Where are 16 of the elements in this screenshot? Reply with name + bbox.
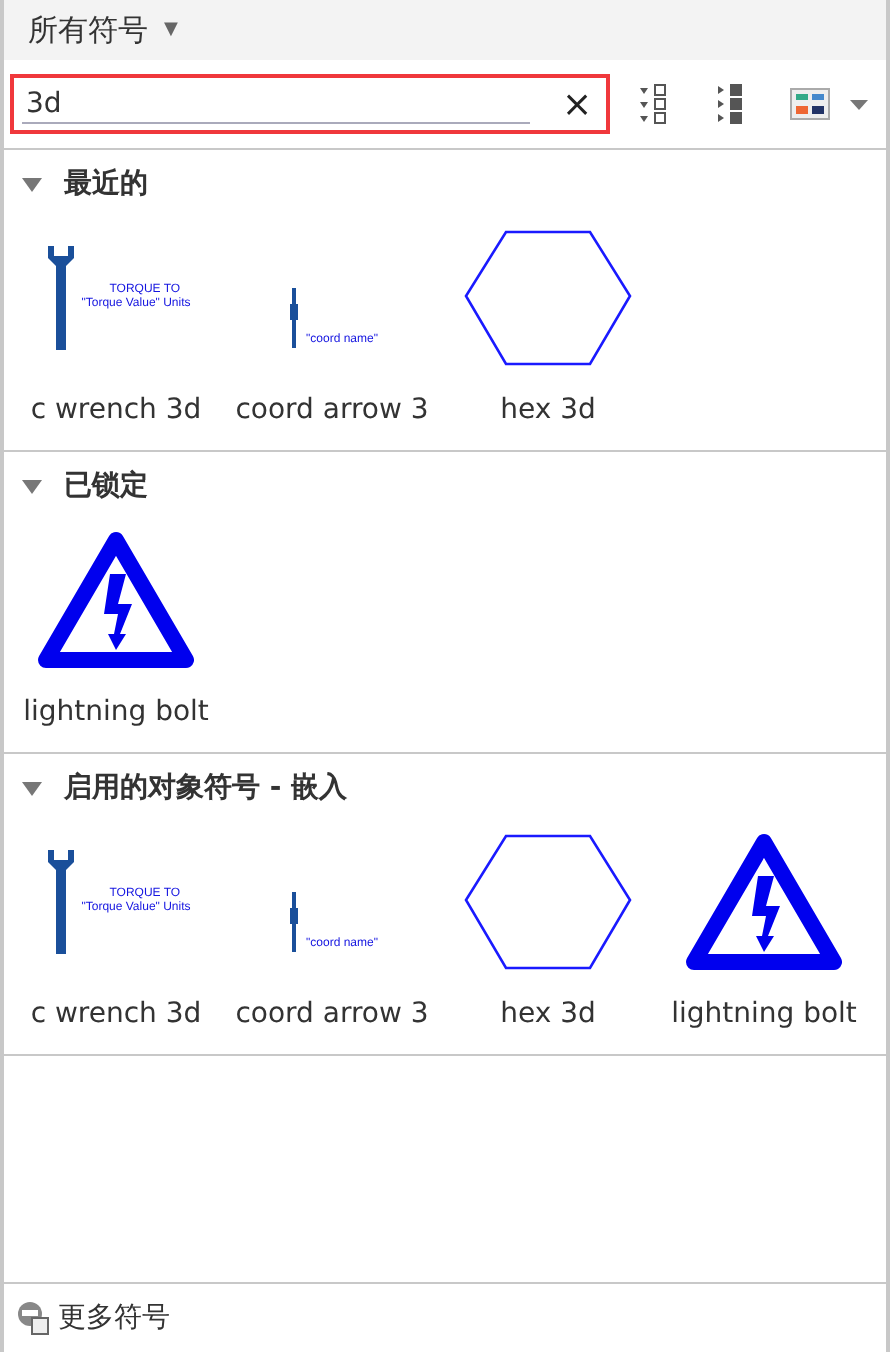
symbol-label[interactable]: lightning bolt <box>671 998 857 1030</box>
symbol-label[interactable]: lightning bolt <box>23 696 209 728</box>
section-title: 已锁定 <box>64 468 148 504</box>
symbol-label[interactable]: hex 3d <box>500 998 596 1030</box>
symbol-filter-dropdown[interactable]: 所有符号 <box>28 11 148 49</box>
symbol-label[interactable]: coord arrow 3 <box>235 998 429 1030</box>
symbol-label[interactable]: coord arrow 3 <box>235 394 429 426</box>
close-icon[interactable]: × <box>562 83 593 125</box>
section-title: 最近的 <box>64 166 148 202</box>
symbol-label[interactable]: hex 3d <box>500 394 596 426</box>
more-symbols-link[interactable]: 更多符号 <box>58 1300 170 1336</box>
section-title: 启用的对象符号 - 嵌入 <box>64 770 348 806</box>
symbol-label[interactable]: c wrench 3d <box>30 998 202 1030</box>
caret-icon[interactable]: ▼ <box>164 20 178 40</box>
symbol-label[interactable]: c wrench 3d <box>30 394 202 426</box>
search-field[interactable]: 3d × <box>10 74 610 134</box>
